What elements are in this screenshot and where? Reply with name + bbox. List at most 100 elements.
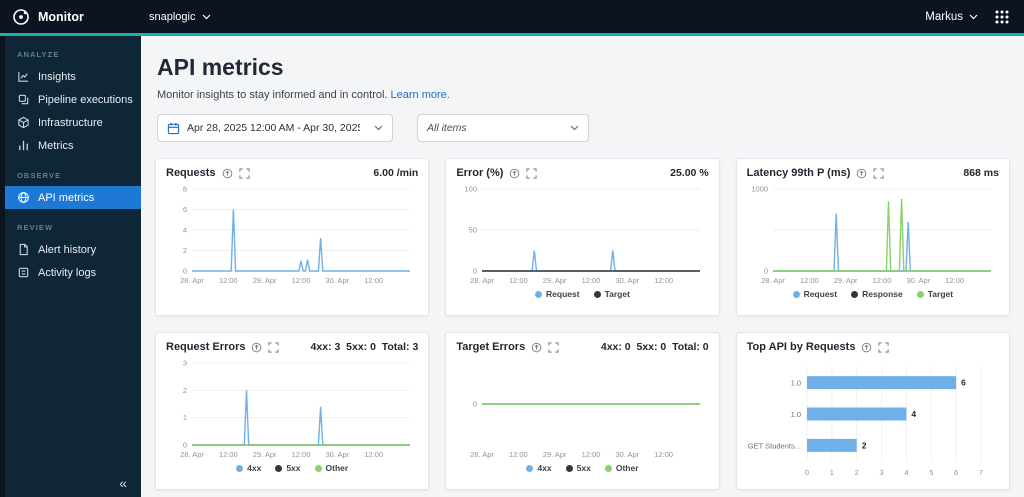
svg-text:12:00: 12:00	[509, 450, 528, 459]
svg-text:0: 0	[183, 441, 187, 450]
svg-text:1.0: 1.0	[790, 379, 800, 388]
svg-text:6: 6	[183, 205, 187, 214]
items-filter-value: All items	[427, 122, 467, 134]
svg-text:0: 0	[805, 468, 809, 477]
sidebar-item-infrastructure[interactable]: Infrastructure	[0, 111, 141, 134]
app-title: Monitor	[38, 9, 84, 24]
legend-label: Other	[325, 463, 349, 473]
fullscreen-icon[interactable]	[873, 167, 885, 179]
export-icon[interactable]	[861, 342, 872, 353]
chart-title: Request Errors	[166, 341, 246, 353]
export-icon[interactable]	[251, 342, 262, 353]
fullscreen-icon[interactable]	[238, 167, 250, 179]
legend-item[interactable]: 5xx	[275, 463, 301, 473]
legend-dot	[236, 464, 244, 472]
sidebar-item-metrics[interactable]: Metrics	[0, 134, 141, 157]
chart-value: 25.00 %	[670, 167, 709, 179]
export-icon[interactable]	[222, 168, 233, 179]
svg-text:2: 2	[861, 440, 866, 450]
sidebar-section-observe: OBSERVE	[17, 171, 62, 180]
org-selector[interactable]: snaplogic	[149, 11, 211, 23]
snaplogic-logo-icon	[12, 8, 30, 26]
fullscreen-icon[interactable]	[878, 341, 890, 353]
svg-text:3: 3	[879, 468, 883, 477]
sidebar-item-label: Activity logs	[38, 266, 97, 279]
svg-text:12:00: 12:00	[655, 450, 674, 459]
chart-card-request-errors: Request Errors 4xx: 3 5xx: 0 Total: 3 0 1 2 3…	[155, 332, 430, 490]
fullscreen-icon[interactable]	[268, 341, 280, 353]
legend-label: 4xx	[537, 463, 552, 473]
sidebar-collapse-button[interactable]: «	[119, 475, 127, 491]
brand: Monitor	[0, 8, 141, 26]
svg-text:28. Apr: 28. Apr	[761, 276, 785, 285]
svg-text:50: 50	[469, 226, 477, 235]
legend-item[interactable]: Target	[593, 289, 630, 299]
date-range-picker[interactable]: Apr 28, 2025 12:00 AM - Apr 30, 2025 11:…	[157, 114, 393, 142]
legend-dot	[604, 464, 612, 472]
sidebar-item-api-metrics[interactable]: API metrics	[0, 186, 141, 209]
svg-text:29. Apr: 29. Apr	[253, 276, 277, 285]
svg-text:12:00: 12:00	[655, 276, 674, 285]
legend-item[interactable]: 4xx	[236, 463, 261, 473]
sidebar-item-alert-history[interactable]: Alert history	[0, 238, 141, 261]
svg-text:30. Apr: 30. Apr	[906, 276, 930, 285]
svg-text:1000: 1000	[751, 185, 768, 194]
user-name: Markus	[925, 10, 963, 23]
legend-label: Target	[927, 289, 954, 299]
legend-dot	[851, 290, 859, 298]
legend-item[interactable]: Response	[851, 289, 903, 299]
learn-more-link[interactable]: Learn more.	[391, 89, 450, 101]
chevron-down-icon	[202, 14, 211, 20]
export-icon[interactable]	[856, 168, 867, 179]
legend-item[interactable]: 4xx	[526, 463, 552, 473]
svg-text:28. Apr: 28. Apr	[180, 276, 204, 285]
sidebar-section-analyze: ANALYZE	[17, 50, 60, 59]
sidebar-item-insights[interactable]: Insights	[0, 65, 141, 88]
svg-text:28. Apr: 28. Apr	[470, 276, 494, 285]
cards-grid: Requests 6.00 /min 0 2 4 6 8 28. Apr 12:00 29. Ap…	[155, 158, 1010, 490]
svg-text:12:00: 12:00	[582, 450, 601, 459]
sidebar-item-label: Alert history	[38, 243, 97, 256]
activity-logs-icon	[17, 266, 30, 279]
sidebar-item-label: Infrastructure	[38, 116, 103, 129]
chart-value: 868 ms	[963, 167, 999, 179]
chart-legend: 4xx 5xx Other	[456, 463, 708, 473]
user-menu[interactable]: Markus	[925, 11, 978, 23]
svg-text:29. Apr: 29. Apr	[253, 450, 277, 459]
fullscreen-icon[interactable]	[548, 341, 559, 353]
svg-text:12:00: 12:00	[945, 276, 964, 285]
svg-text:4: 4	[904, 468, 908, 477]
chart-plot: 0 50 100 28. Apr 12:00 29. Apr 12:00 30. Apr 12:…	[465, 185, 701, 285]
legend-label: 5xx	[286, 463, 301, 473]
legend-label: Response	[862, 289, 903, 299]
chart-card-target-errors: Target Errors 4xx: 0 5xx: 0 Total: 0 0 28. …	[445, 332, 720, 490]
svg-text:0: 0	[473, 267, 477, 276]
chart-value: 6.00 /min	[373, 167, 419, 179]
fullscreen-icon[interactable]	[526, 167, 538, 179]
items-filter-dropdown[interactable]: All items	[417, 114, 589, 142]
date-range-value: Apr 28, 2025 12:00 AM - Apr 30, 2025 11:…	[187, 122, 360, 134]
sidebar-item-pipeline-executions[interactable]: Pipeline executions	[0, 88, 141, 111]
legend-dot	[535, 290, 543, 298]
legend-item[interactable]: Other	[604, 463, 639, 473]
export-icon[interactable]	[509, 168, 520, 179]
chart-card-requests: Requests 6.00 /min 0 2 4 6 8 28. Apr 12:00 29. Ap…	[155, 158, 430, 316]
svg-text:4: 4	[911, 409, 916, 419]
chart-card-top-api-by-requests: Top API by Requests 0 1 2 3 4 5 6 7 1.0 6 1.0 4 GET S…	[735, 332, 1010, 490]
chevron-down-icon	[374, 125, 383, 131]
infrastructure-icon	[17, 116, 30, 129]
sidebar-item-activity-logs[interactable]: Activity logs	[0, 261, 141, 284]
svg-text:29. Apr: 29. Apr	[543, 450, 567, 459]
chart-title: Target Errors	[456, 341, 526, 353]
svg-text:12:00: 12:00	[582, 276, 601, 285]
legend-item[interactable]: 5xx	[565, 463, 591, 473]
apps-grid-icon[interactable]	[994, 9, 1010, 25]
legend-item[interactable]: Request	[792, 289, 837, 299]
insights-icon	[17, 70, 30, 83]
sidebar-item-label: Insights	[38, 70, 76, 83]
legend-item[interactable]: Request	[535, 289, 580, 299]
legend-item[interactable]: Target	[916, 289, 954, 299]
export-icon[interactable]	[531, 342, 542, 353]
main-content: API metrics Monitor insights to stay inf…	[141, 36, 1024, 497]
legend-item[interactable]: Other	[314, 463, 349, 473]
